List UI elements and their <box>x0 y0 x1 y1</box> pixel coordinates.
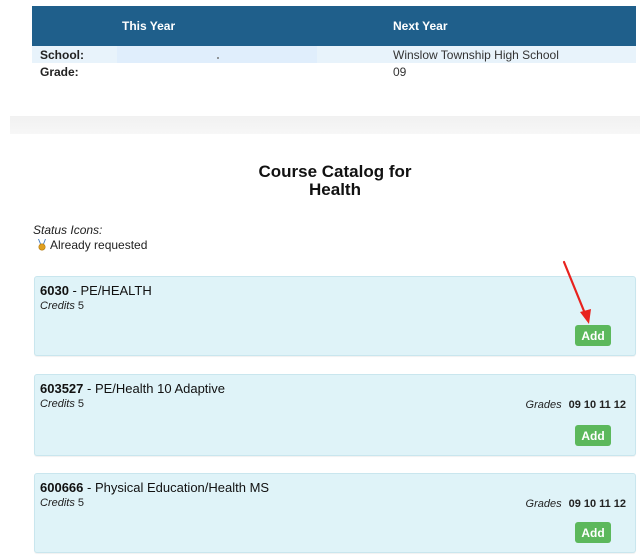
already-requested-label: Already requested <box>50 238 148 252</box>
this-year-header: This Year <box>122 19 176 33</box>
grade-row: Grade: 09 <box>32 63 636 80</box>
course-credits: Credits 5 <box>40 398 84 410</box>
grade-label: Grade: <box>40 64 79 79</box>
credits-value: 5 <box>77 497 85 509</box>
school-next-year: Winslow Township High School <box>393 47 559 62</box>
course-grades: Grades 09 10 11 12 <box>526 399 626 411</box>
school-label: School: <box>40 47 84 62</box>
page-title-line1: Course Catalog for <box>258 162 412 181</box>
course-title: 603527 - PE/Health 10 Adaptive <box>40 381 225 396</box>
grade-value: 12 <box>613 498 626 510</box>
award-ribbon-icon <box>38 239 46 251</box>
school-row: School: Winslow Township High School <box>32 46 636 63</box>
course-card-6030: 6030 - PE/HEALTH Credits 5 Add <box>34 276 636 356</box>
grade-value: 10 <box>583 399 597 411</box>
add-course-button[interactable]: Add <box>575 325 611 346</box>
grade-value: 10 <box>583 498 597 510</box>
next-year-header: Next Year <box>393 19 448 33</box>
credits-value: 5 <box>77 398 85 410</box>
course-code: 6030 <box>40 283 69 298</box>
grades-label: Grades <box>525 399 562 411</box>
add-course-button[interactable]: Add <box>575 425 611 446</box>
course-card-600666: 600666 - Physical Education/Health MS Cr… <box>34 473 636 553</box>
course-title: 6030 - PE/HEALTH <box>40 283 152 298</box>
student-info-table: This Year Next Year School: Winslow Town… <box>32 6 636 80</box>
course-code: 603527 <box>40 381 84 396</box>
course-credits: Credits 5 <box>40 300 84 312</box>
course-grades: Grades 09 10 11 12 <box>526 498 626 510</box>
grade-value: 12 <box>613 399 626 411</box>
course-credits: Credits 5 <box>40 497 84 509</box>
status-already-requested: Already requested <box>37 238 147 252</box>
page-title-line2: Health <box>309 180 361 199</box>
course-name: - Physical Education/Health MS <box>83 480 270 495</box>
annotation-arrow-icon <box>562 260 591 324</box>
add-course-button[interactable]: Add <box>575 522 611 543</box>
status-icons-title: Status Icons: <box>33 223 103 237</box>
course-card-603527: 603527 - PE/Health 10 Adaptive Credits 5… <box>34 374 636 456</box>
course-name: - PE/Health 10 Adaptive <box>83 381 226 396</box>
credits-label: Credits <box>40 497 75 509</box>
credits-label: Credits <box>40 300 75 312</box>
course-code: 600666 <box>40 480 84 495</box>
grades-label: Grades <box>525 498 562 510</box>
grade-next-year: 09 <box>393 64 407 79</box>
credits-label: Credits <box>40 398 75 410</box>
grade-value: 09 <box>568 399 581 411</box>
section-divider <box>10 116 640 134</box>
grade-value: 09 <box>568 498 581 510</box>
grade-value: 11 <box>599 399 611 411</box>
course-name: - PE/HEALTH <box>68 283 152 298</box>
info-table-header: This Year Next Year <box>32 6 636 46</box>
status-icons-legend: Status Icons: Already requested <box>33 223 147 252</box>
school-this-year <box>117 46 393 63</box>
grade-value: 11 <box>599 498 611 510</box>
page-title: Course Catalog for Health <box>0 163 640 199</box>
course-title: 600666 - Physical Education/Health MS <box>40 480 269 495</box>
credits-value: 5 <box>77 300 85 312</box>
